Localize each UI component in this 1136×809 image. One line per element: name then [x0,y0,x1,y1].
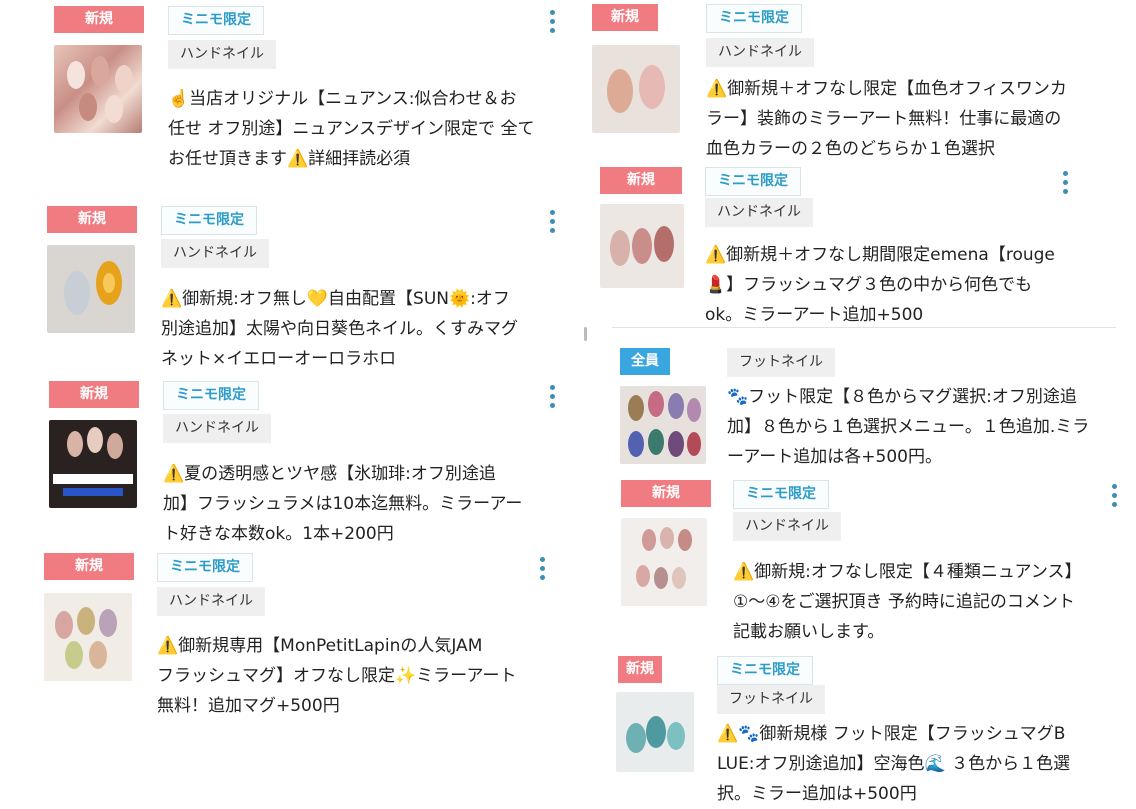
minimo-limited-tag: ミニモ限定 [733,480,829,509]
listing-card[interactable]: 新規 ミニモ限定 ハンドネイル ⚠️夏の透明感とツヤ感【氷珈琲:オフ別途追 加】… [22,375,582,550]
listing-description: ⚠️御新規:オフなし限定【４種類ニュアンス】 ①〜④をご選択頂き 予約時に追記の… [733,562,1082,642]
category-tag: ハンドネイル [168,40,276,69]
new-badge: 新規 [592,4,658,31]
listing-description: 🐾フット限定【８色からマグ選択:オフ別途追 加】８色から１色選択メニュー。１色追… [727,387,1090,467]
nail-photo-blue[interactable] [616,692,694,772]
kebab-icon[interactable] [548,210,556,236]
listing-card[interactable]: 新規 ミニモ限定 ハンドネイル ⚠️御新規＋オフなし限定【血色オフィスワンカ ラ… [578,0,1118,160]
new-badge: 新規 [47,206,137,233]
minimo-limited-tag: ミニモ限定 [705,167,801,196]
listing-card[interactable]: 新規 ミニモ限定 ハンドネイル ☝️当店オリジナル【ニュアンス:似合わせ＆お 任… [30,0,570,185]
all-users-badge: 全員 [620,348,670,375]
category-tag: フットネイル [717,685,825,714]
listing-card[interactable]: 全員 フットネイル 🐾フット限定【８色からマグ選択:オフ別途追 加】８色から１色… [600,338,1120,473]
category-tag: フットネイル [727,348,835,377]
kebab-icon[interactable] [548,385,556,411]
new-badge: 新規 [49,381,139,408]
nail-photo-summer[interactable] [49,420,137,508]
new-badge: 新規 [621,480,711,507]
new-badge: 新規 [54,6,144,33]
minimo-limited-tag: ミニモ限定 [157,553,253,582]
category-tag: ハンドネイル [163,414,271,443]
category-tag: ハンドネイル [157,587,265,616]
category-tag: ハンドネイル [706,38,814,67]
new-badge: 新規 [618,656,662,683]
nail-photo-rouge[interactable] [600,204,684,288]
minimo-limited-tag: ミニモ限定 [706,4,802,33]
nail-photo-four[interactable] [621,518,707,606]
listing-card[interactable]: 新規 ミニモ限定 ハンドネイル ⚠️御新規＋オフなし期間限定emena【roug… [585,162,1115,327]
minimo-limited-tag: ミニモ限定 [163,381,259,410]
nail-photo-nuance[interactable] [54,45,142,133]
category-tag: ハンドネイル [705,198,813,227]
nail-photo-sun[interactable] [47,245,135,333]
listing-description: ☝️当店オリジナル【ニュアンス:似合わせ＆お 任せ オフ別途】ニュアンスデザイン… [168,89,535,169]
listing-description: ⚠️御新規専用【MonPetitLapinの人気JAM フラッシュマグ】オフなし… [157,636,517,716]
category-tag: ハンドネイル [733,512,841,541]
listing-description: ⚠️御新規:オフ無し💛自由配置【SUN🌞:オフ 別途追加】太陽や向日葵色ネイル。… [161,289,518,369]
minimo-limited-tag: ミニモ限定 [168,6,264,35]
listing-description: ⚠️御新規＋オフなし期間限定emena【rouge 💄】フラッシュマグ３色の中か… [705,245,1055,325]
minimo-limited-tag: ミニモ限定 [161,206,257,235]
listing-card[interactable]: 新規 ミニモ限定 ハンドネイル ⚠️御新規:オフなし限定【４種類ニュアンス】 ①… [605,475,1136,655]
listing-card[interactable]: 新規 ミニモ限定 フットネイル ⚠️🐾御新規様 フット限定【フラッシュマグB L… [600,650,1120,804]
new-badge: 新規 [600,167,682,194]
listing-description: ⚠️🐾御新規様 フット限定【フラッシュマグB LUE:オフ別途追加】空海色🌊 ３… [717,724,1071,804]
nail-photo-jam[interactable] [44,593,132,681]
listing-description: ⚠️夏の透明感とツヤ感【氷珈琲:オフ別途追 加】フラッシュラメは10本迄無料。ミ… [163,464,523,544]
minimo-limited-tag: ミニモ限定 [717,656,813,685]
nail-photo-foot[interactable] [620,386,706,464]
divider [612,327,1116,328]
new-badge: 新規 [44,553,134,580]
scrollbar[interactable] [584,327,587,341]
category-tag: ハンドネイル [161,239,269,268]
kebab-icon[interactable] [1110,484,1118,510]
listing-card[interactable]: 新規 ミニモ限定 ハンドネイル ⚠️御新規:オフ無し💛自由配置【SUN🌞:オフ … [22,200,582,375]
kebab-icon[interactable] [548,10,556,36]
nail-photo-office[interactable] [592,45,680,133]
kebab-icon[interactable] [538,557,546,583]
listing-description: ⚠️御新規＋オフなし限定【血色オフィスワンカ ラー】装飾のミラーアート無料！仕事… [706,79,1067,159]
kebab-icon[interactable] [1061,171,1069,197]
listing-card[interactable]: 新規 ミニモ限定 ハンドネイル ⚠️御新規専用【MonPetitLapinの人気… [20,547,580,717]
